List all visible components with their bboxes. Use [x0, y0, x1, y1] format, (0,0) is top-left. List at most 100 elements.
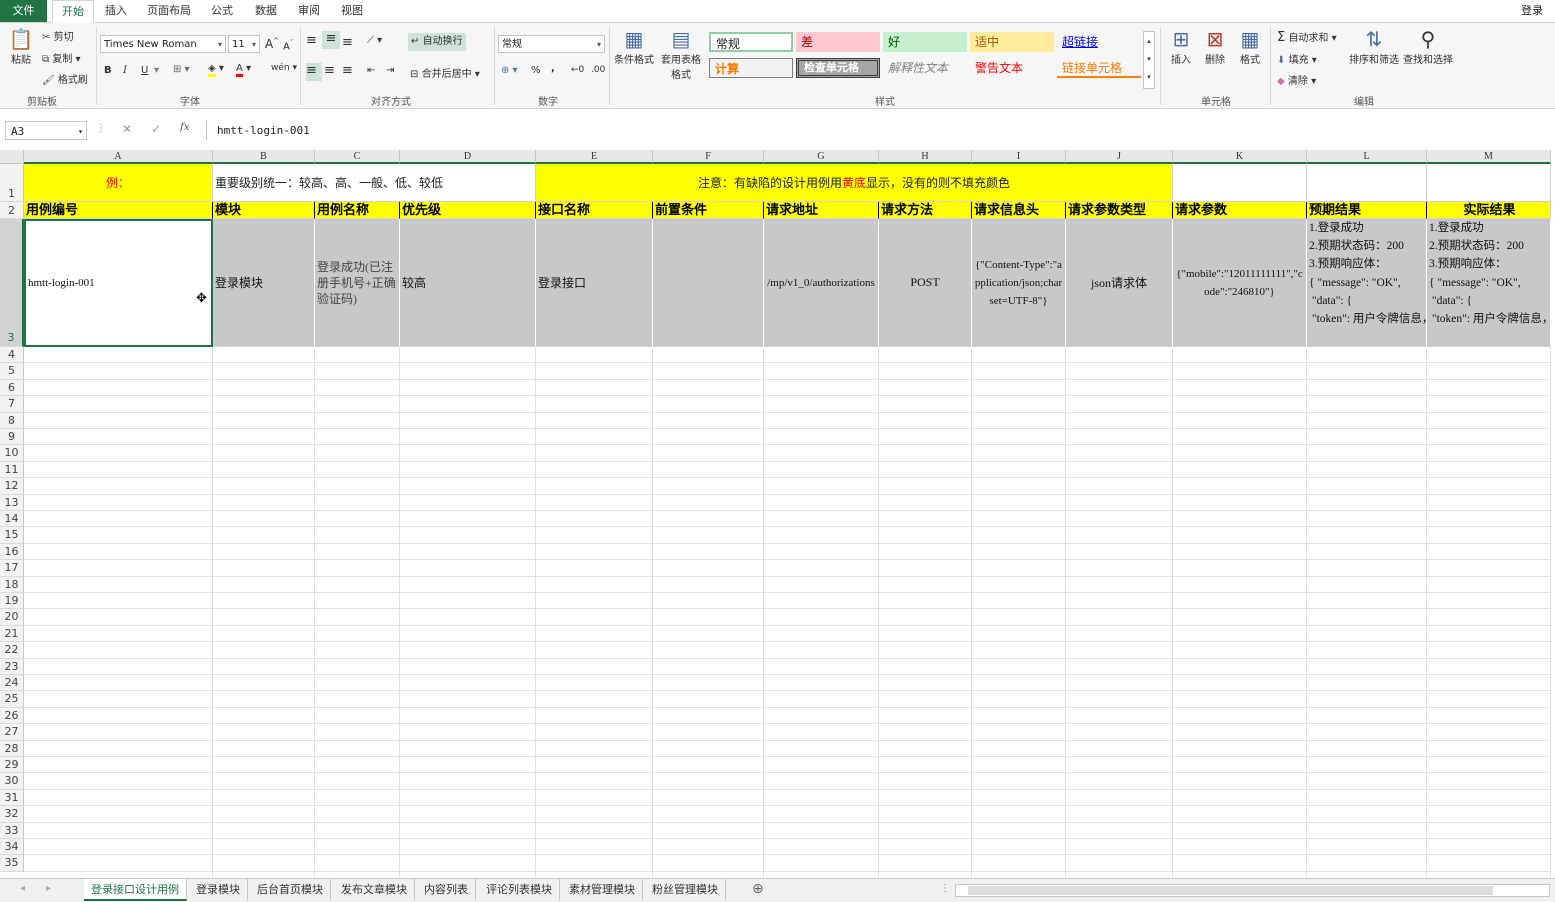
find-select-button[interactable]: ⚲ 查找和选择: [1401, 27, 1455, 66]
tab-insert[interactable]: 插入: [100, 0, 132, 22]
row-header[interactable]: 16: [0, 543, 24, 561]
column-header[interactable]: I: [972, 150, 1066, 164]
header-module[interactable]: 模块: [213, 202, 315, 219]
bold-button[interactable]: B: [104, 65, 112, 76]
row-header[interactable]: 8: [0, 412, 24, 429]
header-url[interactable]: 请求地址: [764, 202, 879, 219]
cell-e1[interactable]: 注意：有缺陷的设计用例用黄底显示，没有的则不填充颜色: [536, 164, 1173, 202]
insert-function-icon[interactable]: fx: [180, 122, 189, 133]
row-header[interactable]: 10: [0, 445, 24, 462]
cell-k1[interactable]: [1173, 164, 1307, 202]
row-header[interactable]: 3: [0, 219, 24, 347]
row-header[interactable]: 18: [0, 576, 24, 593]
row-header[interactable]: 7: [0, 396, 24, 413]
row-header[interactable]: 13: [0, 494, 24, 511]
header-method[interactable]: 请求方法: [879, 202, 972, 219]
tab-view[interactable]: 视图: [336, 0, 368, 22]
cut-button[interactable]: ✂ 剪切: [42, 28, 74, 43]
header-actual[interactable]: 实际结果: [1427, 202, 1551, 219]
header-api-name[interactable]: 接口名称: [536, 202, 653, 219]
row-header[interactable]: 23: [0, 658, 24, 675]
conditional-format-button[interactable]: ▦ 条件格式: [612, 27, 656, 66]
row-header[interactable]: 30: [0, 773, 24, 790]
decrease-font-icon[interactable]: Aˇ: [283, 39, 293, 52]
header-expected[interactable]: 预期结果: [1307, 202, 1427, 219]
row-header[interactable]: 4: [0, 347, 24, 364]
row-header[interactable]: 15: [0, 527, 24, 544]
copy-button[interactable]: ⧉ 复制 ▾: [42, 50, 81, 65]
sheet-tab[interactable]: 后台首页模块: [250, 879, 331, 901]
tab-formulas[interactable]: 公式: [206, 0, 238, 22]
row-header[interactable]: 21: [0, 625, 24, 643]
column-header[interactable]: H: [879, 150, 972, 164]
sheet-tab[interactable]: 内容列表: [417, 879, 476, 901]
merge-center-button[interactable]: ⊟ 合并后居中 ▾: [410, 65, 480, 80]
decrease-indent-icon[interactable]: ⇤: [367, 65, 375, 76]
row-header[interactable]: 22: [0, 642, 24, 659]
row-header[interactable]: 31: [0, 789, 24, 807]
font-name-select[interactable]: Times New Roman ▾: [100, 35, 226, 53]
sheet-tab[interactable]: 粉丝管理模块: [645, 879, 726, 901]
tab-review[interactable]: 审阅: [293, 0, 325, 22]
style-warning[interactable]: 警告文本: [970, 58, 1054, 78]
cell-c3[interactable]: 登录成功(已注册手机号+正确验证码): [315, 219, 400, 347]
sheet-tab[interactable]: 登录接口设计用例: [84, 879, 187, 901]
row-header[interactable]: 29: [0, 757, 24, 774]
row-header[interactable]: 33: [0, 822, 24, 839]
sheet-tab[interactable]: 素材管理模块: [562, 879, 643, 901]
row-header[interactable]: 1: [0, 164, 24, 202]
row-header[interactable]: 26: [0, 707, 24, 725]
next-sheet-icon[interactable]: ▸: [46, 883, 51, 894]
column-header[interactable]: M: [1427, 150, 1551, 164]
enter-icon[interactable]: ✓: [151, 122, 161, 136]
splitter-icon[interactable]: ⋮: [940, 883, 950, 894]
cancel-icon[interactable]: ✕: [122, 122, 132, 136]
comma-button[interactable]: ,: [551, 63, 555, 74]
row-header[interactable]: 34: [0, 839, 24, 856]
cell-f3[interactable]: [653, 219, 764, 347]
clear-button[interactable]: ◆ 清除 ▾: [1277, 72, 1316, 87]
align-middle-icon[interactable]: ≡: [322, 31, 340, 49]
delete-cells-button[interactable]: ⊠ 删除: [1200, 27, 1230, 66]
sheet-tab[interactable]: 登录模块: [189, 879, 248, 901]
underline-button[interactable]: U: [141, 65, 148, 76]
column-header[interactable]: G: [764, 150, 879, 164]
font-size-select[interactable]: 11 ▾: [228, 35, 260, 53]
cell-m3[interactable]: 1.登录成功 2.预期状态码：200 3.预期响应体： { "message":…: [1427, 219, 1551, 347]
cell-i3[interactable]: {"Content-Type":"application/json;charse…: [972, 219, 1066, 347]
cell-d3[interactable]: 较高: [400, 219, 536, 347]
row-header[interactable]: 28: [0, 740, 24, 757]
style-good[interactable]: 好: [883, 32, 967, 52]
column-header[interactable]: A: [24, 150, 213, 164]
row-header[interactable]: 14: [0, 511, 24, 528]
column-header[interactable]: E: [536, 150, 653, 164]
cell-l3[interactable]: 1.登录成功 2.预期状态码：200 3.预期响应体： { "message":…: [1307, 219, 1427, 347]
align-center-icon[interactable]: ≡: [324, 63, 335, 78]
tab-file[interactable]: 文件: [0, 0, 47, 22]
increase-indent-icon[interactable]: ⇥: [386, 65, 394, 76]
styles-scroll-icon[interactable]: ▴ ▾ ▾: [1143, 31, 1155, 89]
paste-button[interactable]: 📋 粘贴: [6, 27, 36, 66]
column-header[interactable]: L: [1307, 150, 1427, 164]
select-all-corner[interactable]: [0, 150, 24, 164]
format-painter-button[interactable]: 🖌 格式刷: [42, 71, 88, 86]
row-header[interactable]: 25: [0, 691, 24, 708]
row-header[interactable]: 17: [0, 560, 24, 577]
fill-color-icon[interactable]: ◈ ▾: [208, 63, 224, 77]
insert-cells-button[interactable]: ⊞ 插入: [1166, 27, 1196, 66]
row-header[interactable]: 11: [0, 461, 24, 479]
align-left-icon[interactable]: ≡: [306, 63, 322, 81]
scrollbar-thumb[interactable]: [968, 886, 1493, 895]
tab-page-layout[interactable]: 页面布局: [143, 0, 195, 22]
row-header[interactable]: 27: [0, 724, 24, 741]
fill-button[interactable]: ⬇ 填充 ▾: [1277, 51, 1317, 66]
align-top-icon[interactable]: ≡: [306, 33, 317, 48]
align-bottom-icon[interactable]: ≡: [342, 35, 353, 50]
style-check[interactable]: 检查单元格: [796, 58, 880, 78]
style-normal[interactable]: 常规: [709, 32, 793, 52]
header-case-name[interactable]: 用例名称: [315, 202, 400, 219]
row-header[interactable]: 2: [0, 202, 24, 219]
spreadsheet-grid[interactable]: A B C D E F G H I J K L M 1 2 3 例： 重要级别统…: [0, 150, 1555, 878]
column-header[interactable]: B: [213, 150, 315, 164]
cell-a1[interactable]: 例：: [24, 164, 213, 202]
